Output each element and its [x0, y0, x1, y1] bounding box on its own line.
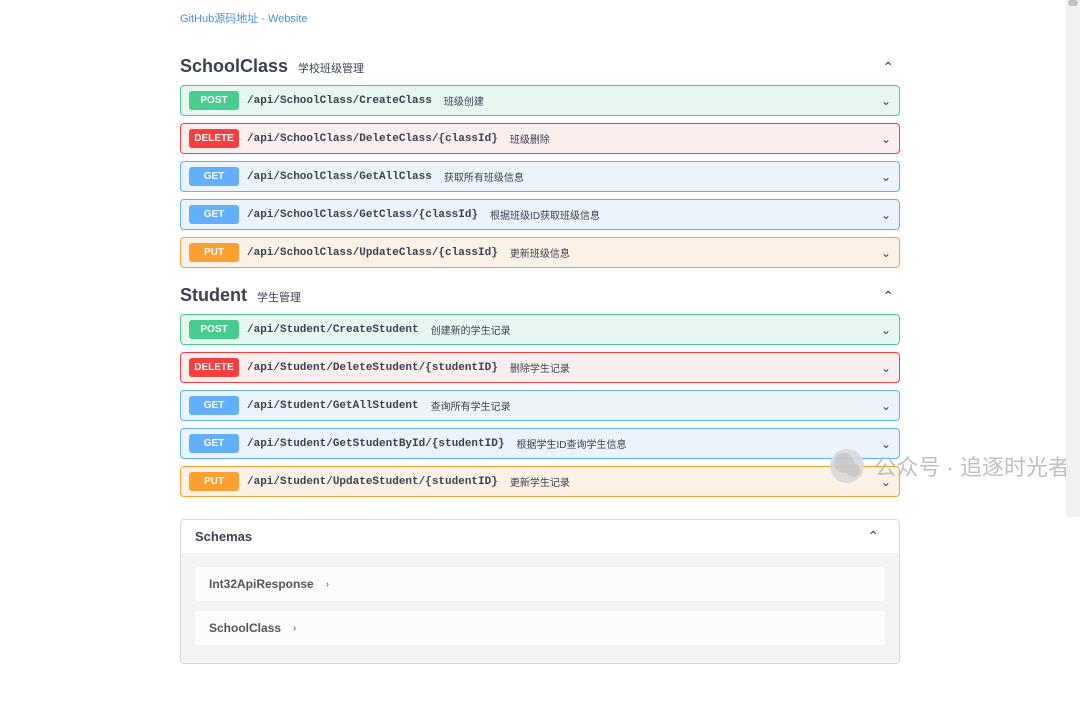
chevron-down-icon[interactable]: ⌄ [881, 437, 891, 451]
op-path: /api/SchoolClass/CreateClass [247, 95, 432, 107]
schema-name: Int32ApiResponse [209, 577, 314, 591]
section-header-schoolclass[interactable]: SchoolClass 学校班级管理 ⌃ [180, 46, 900, 85]
method-badge: POST [189, 320, 239, 339]
op-desc: 创建新的学生记录 [431, 322, 511, 337]
chevron-right-icon: › [293, 623, 296, 634]
section-schoolclass: SchoolClass 学校班级管理 ⌃ POST/api/SchoolClas… [180, 46, 900, 268]
op-path: /api/Student/GetStudentById/{studentID} [247, 438, 504, 450]
op-path: /api/SchoolClass/UpdateClass/{classId} [247, 247, 498, 259]
op-row[interactable]: POST/api/SchoolClass/CreateClass 班级创建 ⌄ [180, 85, 900, 116]
chevron-down-icon[interactable]: ⌄ [881, 94, 891, 108]
schema-item[interactable]: Int32ApiResponse › [195, 567, 885, 601]
op-desc: 删除学生记录 [510, 360, 570, 375]
chevron-up-icon[interactable]: ⌃ [882, 288, 900, 305]
op-row[interactable]: GET/api/SchoolClass/GetClass/{classId} 根据… [180, 199, 900, 230]
section-ops-list: POST/api/SchoolClass/CreateClass班级创建⌄DEL… [180, 85, 900, 268]
op-row[interactable]: DELETE/api/Student/DeleteStudent/{studen… [180, 352, 900, 383]
op-path: /api/SchoolClass/GetAllClass [247, 171, 432, 183]
chevron-up-icon[interactable]: ⌃ [882, 59, 900, 76]
chevron-right-icon: › [326, 579, 329, 590]
op-desc: 获取所有班级信息 [444, 169, 524, 184]
chevron-down-icon[interactable]: ⌄ [881, 246, 891, 260]
op-row[interactable]: PUT/api/SchoolClass/UpdateClass/{classId… [180, 237, 900, 268]
op-row[interactable]: DELETE/api/SchoolClass/DeleteClass/{clas… [180, 123, 900, 154]
op-desc: 查询所有学生记录 [431, 398, 511, 413]
section-desc: 学校班级管理 [298, 60, 364, 76]
op-path: /api/Student/DeleteStudent/{studentID} [247, 362, 498, 374]
op-path: /api/Student/UpdateStudent/{studentID} [247, 476, 498, 488]
method-badge: GET [189, 205, 239, 224]
op-path: /api/SchoolClass/DeleteClass/{classId} [247, 133, 498, 145]
schemas-header[interactable]: Schemas ⌃ [181, 520, 899, 553]
method-badge: GET [189, 167, 239, 186]
schemas-body: Int32ApiResponse › SchoolClass › [181, 553, 899, 663]
section-header-student[interactable]: Student 学生管理 ⌃ [180, 275, 900, 314]
op-desc: 班级删除 [510, 131, 550, 146]
schemas-title: Schemas [195, 529, 252, 544]
op-desc: 根据班级ID获取班级信息 [490, 207, 600, 222]
schema-name: SchoolClass [209, 621, 281, 635]
section-ops-list: POST/api/Student/CreateStudent创建新的学生记录⌄D… [180, 314, 900, 497]
op-desc: 根据学生ID查询学生信息 [516, 436, 626, 451]
method-badge: PUT [189, 243, 239, 262]
method-badge: DELETE [189, 129, 239, 148]
method-badge: DELETE [189, 358, 239, 377]
method-badge: PUT [189, 472, 239, 491]
scrollbar-thumb[interactable] [1068, 0, 1078, 6]
watermark-text: 公众号 · 追逐时光者 [874, 450, 1070, 482]
chevron-down-icon[interactable]: ⌄ [881, 132, 891, 146]
op-row[interactable]: GET/api/Student/GetAllStudent 查询所有学生记录 ⌄ [180, 390, 900, 421]
schema-item[interactable]: SchoolClass › [195, 611, 885, 645]
op-desc: 班级创建 [444, 93, 484, 108]
chevron-down-icon[interactable]: ⌄ [881, 361, 891, 375]
schemas-box: Schemas ⌃ Int32ApiResponse › SchoolClass › [180, 519, 900, 664]
chevron-down-icon[interactable]: ⌄ [881, 170, 891, 184]
section-title: Student [180, 285, 247, 306]
section-title: SchoolClass [180, 56, 288, 77]
op-row[interactable]: PUT/api/Student/UpdateStudent/{studentID… [180, 466, 900, 497]
method-badge: GET [189, 434, 239, 453]
section-student: Student 学生管理 ⌃ POST/api/Student/CreateSt… [180, 275, 900, 497]
op-path: /api/Student/GetAllStudent [247, 400, 419, 412]
vertical-scrollbar[interactable] [1066, 0, 1080, 517]
op-desc: 更新学生记录 [510, 474, 570, 489]
github-source-link[interactable]: GitHub源码地址 - Website [180, 8, 900, 46]
chevron-down-icon[interactable]: ⌄ [881, 323, 891, 337]
chevron-up-icon[interactable]: ⌃ [867, 528, 885, 545]
method-badge: GET [189, 396, 239, 415]
op-row[interactable]: GET/api/Student/GetStudentById/{studentI… [180, 428, 900, 459]
op-path: /api/Student/CreateStudent [247, 324, 419, 336]
section-desc: 学生管理 [257, 289, 301, 305]
chevron-down-icon[interactable]: ⌄ [881, 399, 891, 413]
chevron-down-icon[interactable]: ⌄ [881, 475, 891, 489]
chevron-down-icon[interactable]: ⌄ [881, 208, 891, 222]
op-path: /api/SchoolClass/GetClass/{classId} [247, 209, 478, 221]
method-badge: POST [189, 91, 239, 110]
op-desc: 更新班级信息 [510, 245, 570, 260]
swagger-container: GitHub源码地址 - Website SchoolClass 学校班级管理 … [180, 0, 900, 724]
op-row[interactable]: POST/api/Student/CreateStudent 创建新的学生记录 ⌄ [180, 314, 900, 345]
op-row[interactable]: GET/api/SchoolClass/GetAllClass 获取所有班级信息 ⌄ [180, 161, 900, 192]
